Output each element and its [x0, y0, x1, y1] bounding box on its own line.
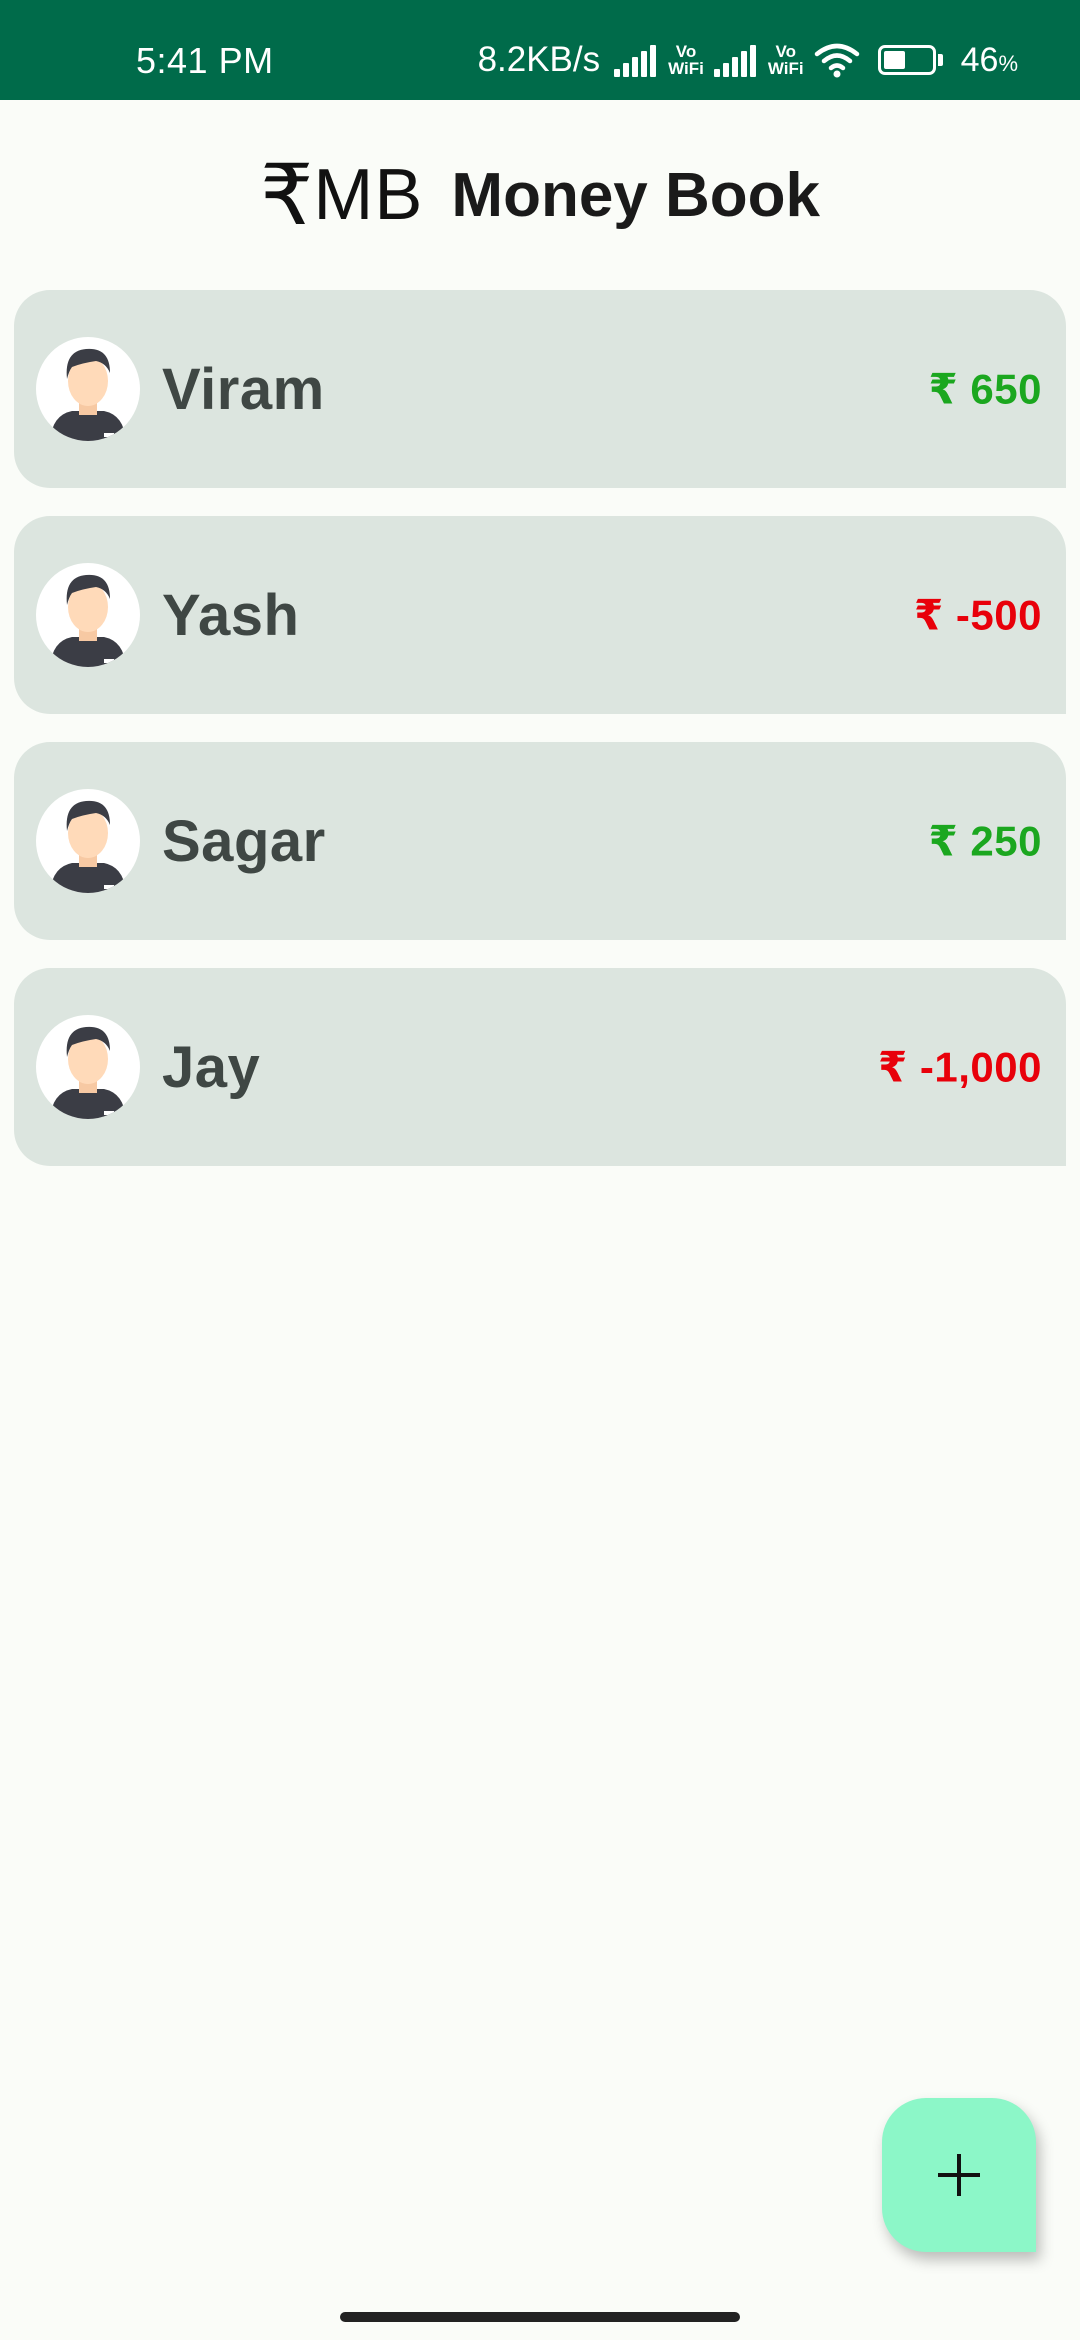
person-list: Viram ₹ 650 Yash ₹ -500 Sagar ₹ 250 Jay … — [14, 290, 1066, 1194]
person-balance: ₹ -1,000 — [878, 1043, 1042, 1091]
person-card[interactable]: Yash ₹ -500 — [14, 516, 1066, 714]
gesture-navigation-bar[interactable] — [340, 2312, 740, 2322]
person-name: Sagar — [162, 808, 326, 874]
signal-icon — [713, 43, 756, 77]
person-avatar-icon — [36, 789, 140, 893]
person-avatar-icon — [36, 1015, 140, 1119]
battery-percentage: 46% — [960, 40, 1018, 79]
person-balance: ₹ 650 — [928, 365, 1042, 413]
person-avatar-icon — [36, 563, 140, 667]
status-bar: 5:41 PM 8.2KB/s Vo WiFi Vo WiFi 46% — [0, 0, 1080, 100]
app-header: ₹ MB Money Book — [0, 140, 1080, 250]
battery-icon — [877, 45, 943, 75]
app-screen: 5:41 PM 8.2KB/s Vo WiFi Vo WiFi 46% ₹ MB… — [0, 0, 1080, 2340]
app-title: Money Book — [451, 160, 821, 230]
person-card[interactable]: Sagar ₹ 250 — [14, 742, 1066, 940]
person-name: Viram — [162, 356, 325, 422]
person-balance: ₹ 250 — [928, 817, 1042, 865]
network-speed: 8.2KB/s — [477, 40, 601, 79]
vowifi-badge: Vo WiFi — [767, 42, 804, 78]
status-icons: 8.2KB/s Vo WiFi Vo WiFi 46% — [478, 38, 1018, 82]
status-time: 5:41 PM — [136, 40, 274, 81]
person-avatar-icon — [36, 337, 140, 441]
logo-rupee-symbol: ₹ — [259, 148, 314, 242]
signal-icon — [614, 43, 657, 77]
person-name: Yash — [162, 582, 300, 648]
plus-icon — [938, 2154, 980, 2196]
person-card[interactable]: Jay ₹ -1,000 — [14, 968, 1066, 1166]
battery-fill — [883, 51, 905, 69]
add-person-button[interactable] — [882, 2098, 1036, 2252]
person-card[interactable]: Viram ₹ 650 — [14, 290, 1066, 488]
app-logo: ₹ MB — [260, 153, 423, 237]
person-name: Jay — [162, 1034, 261, 1100]
wifi-icon — [814, 43, 859, 78]
person-balance: ₹ -500 — [914, 591, 1042, 639]
vowifi-badge: Vo WiFi — [668, 42, 704, 78]
logo-text: MB — [313, 155, 424, 235]
